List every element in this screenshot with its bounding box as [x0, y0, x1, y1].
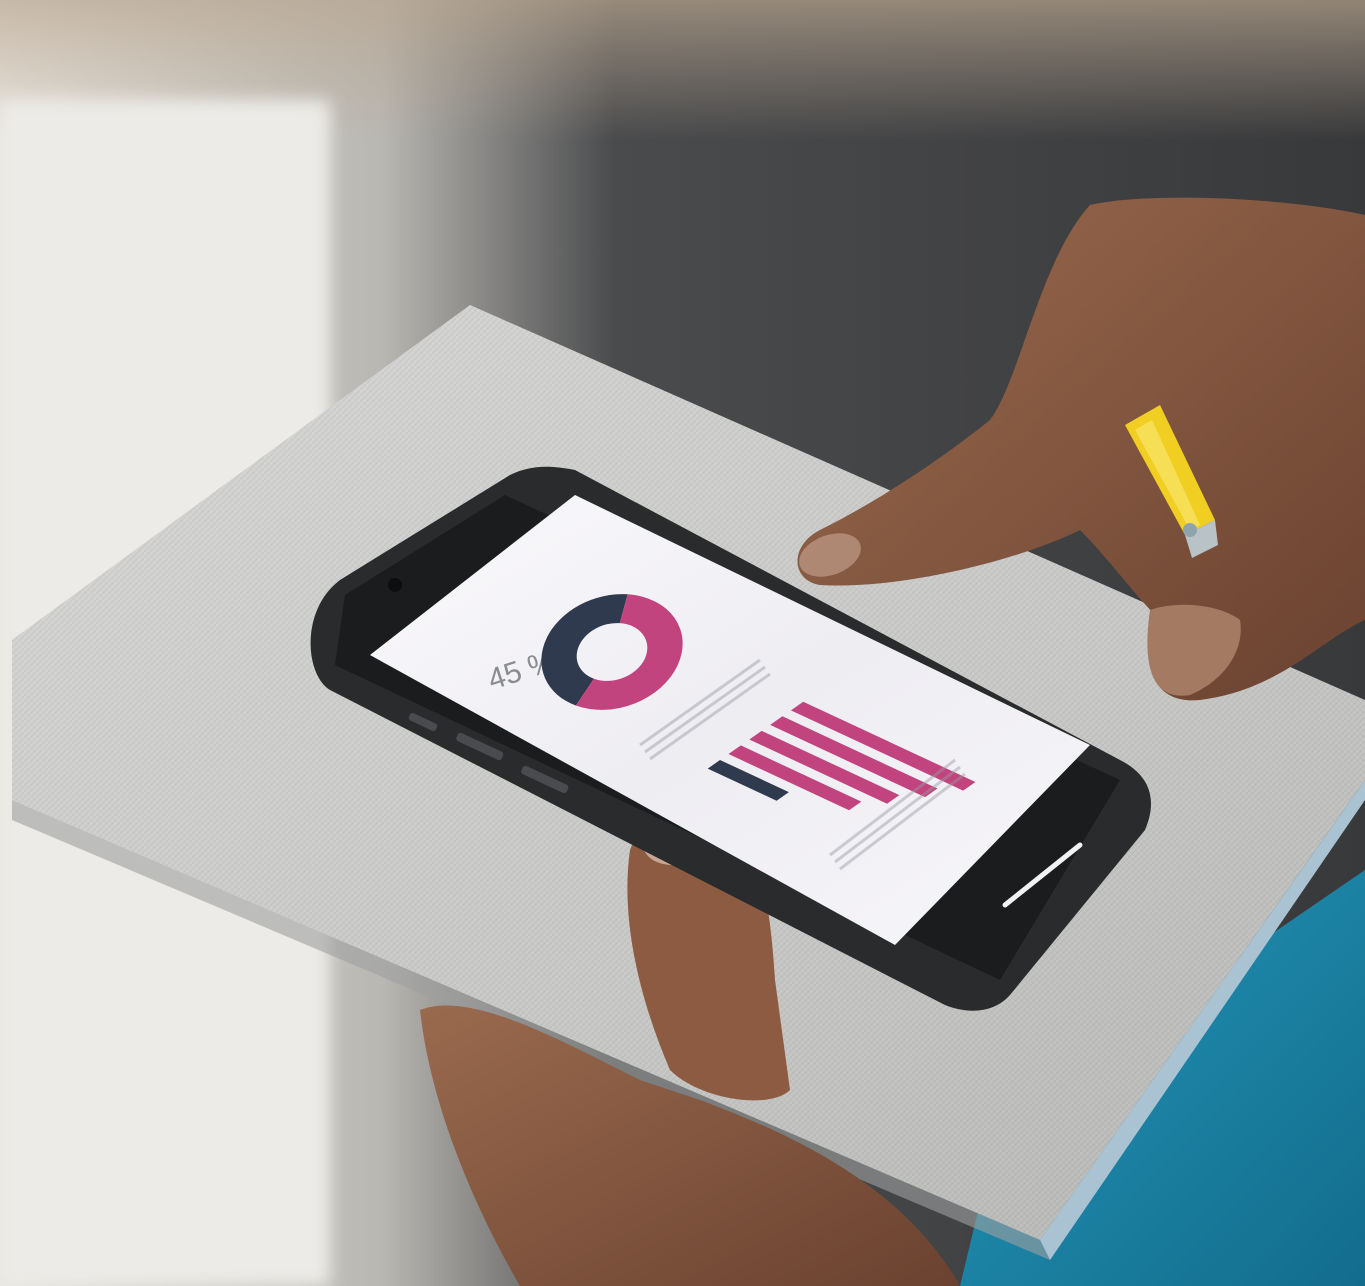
photo-scene: 45 % — [0, 0, 1365, 1286]
front-camera — [388, 578, 402, 592]
photo-illustration: 45 % — [0, 0, 1365, 1286]
